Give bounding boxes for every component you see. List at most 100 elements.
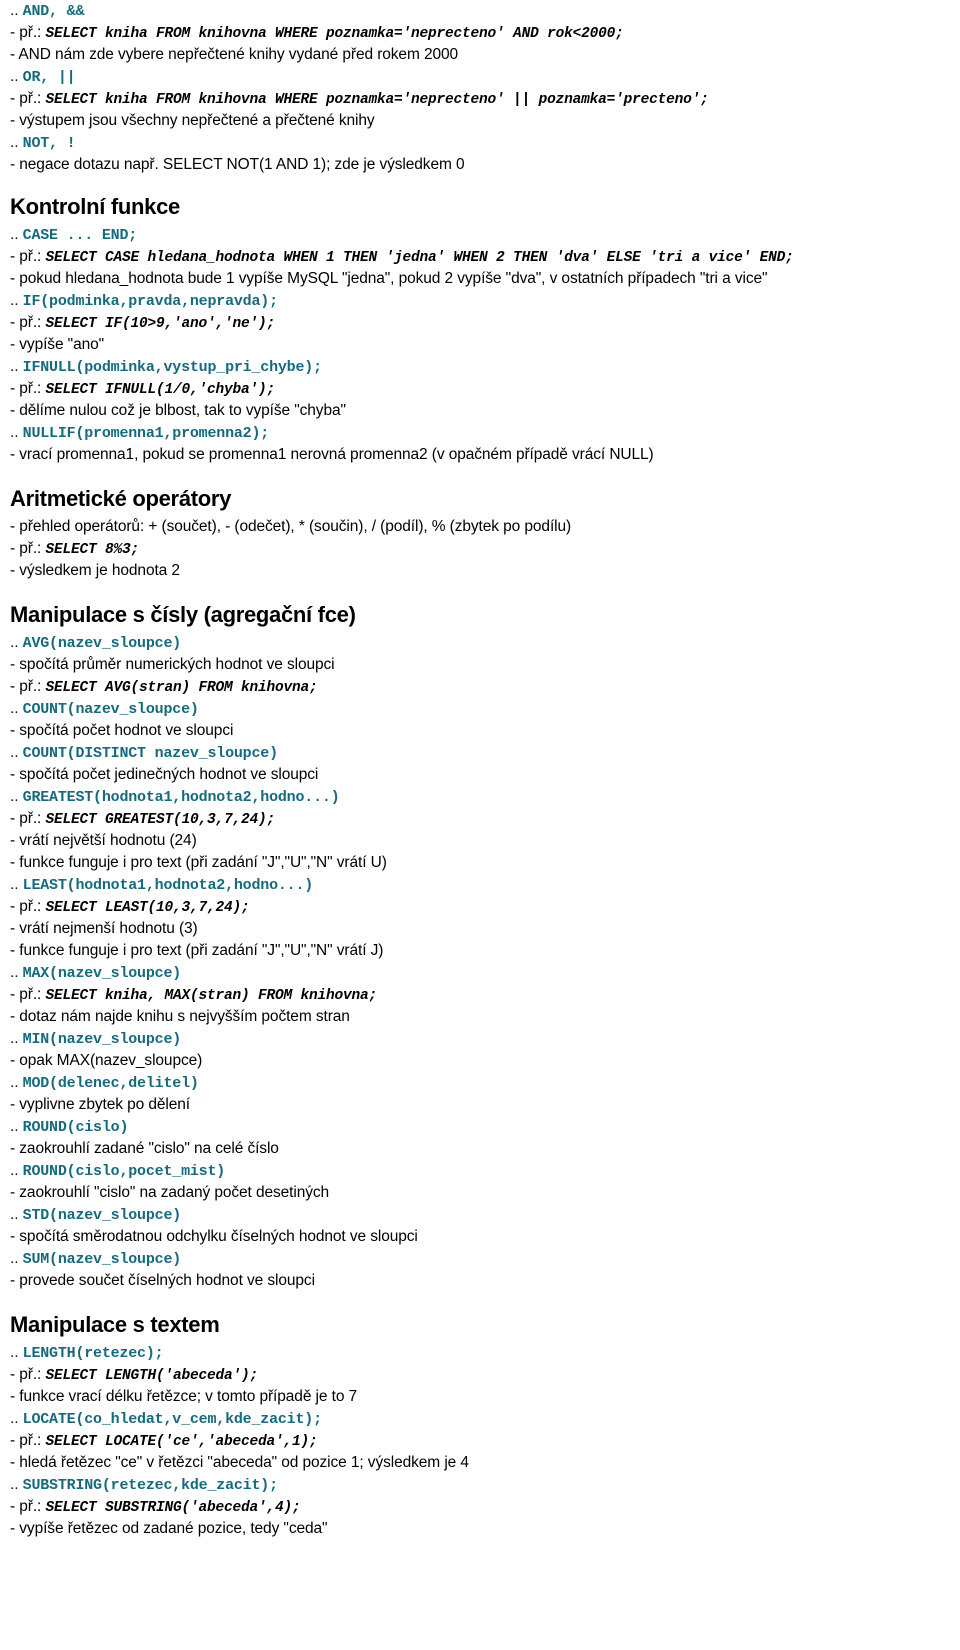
description-line: - funkce funguje i pro text (při zadání … bbox=[10, 942, 384, 959]
example-label: - př.: bbox=[10, 1366, 42, 1383]
example-line: - př.: SELECT GREATEST(10,3,7,24); bbox=[10, 808, 950, 830]
bullet-marker: .. bbox=[10, 700, 19, 717]
example-label: - př.: bbox=[10, 810, 42, 827]
example-label: - př.: bbox=[10, 540, 42, 557]
function-signature-code: AVG(nazev_sloupce) bbox=[22, 635, 182, 652]
example-label: - př.: bbox=[10, 678, 42, 695]
document-body: .. AND, && - př.: SELECT kniha FROM kniho… bbox=[0, 0, 960, 1540]
function-signature-code: CASE ... END; bbox=[22, 227, 138, 244]
description-line: - funkce funguje i pro text (při zadání … bbox=[10, 854, 387, 871]
description-line: - funkce vrací délku řetězce; v tomto př… bbox=[10, 1388, 358, 1405]
bullet-marker: .. bbox=[10, 2, 19, 19]
function-signature-code: LEAST(hodnota1,hodnota2,hodno...) bbox=[22, 877, 314, 894]
function-signature-code: GREATEST(hodnota1,hodnota2,hodno...) bbox=[22, 789, 340, 806]
bullet-marker: .. bbox=[10, 1030, 19, 1047]
example-label: - př.: bbox=[10, 898, 42, 915]
function-signature-line: .. ROUND(cislo,pocet_mist) bbox=[10, 1160, 950, 1182]
function-signature-line: .. GREATEST(hodnota1,hodnota2,hodno...) bbox=[10, 786, 950, 808]
example-label: - př.: bbox=[10, 24, 42, 41]
bullet-marker: .. bbox=[10, 134, 19, 151]
description-line: - hledá řetězec "ce" v řetězci "abeceda"… bbox=[10, 1454, 469, 1471]
description-line: - pokud hledana_hodnota bude 1 vypíše My… bbox=[10, 270, 768, 287]
example-line: - př.: SELECT kniha FROM knihovna WHERE … bbox=[10, 22, 950, 44]
example-label: - př.: bbox=[10, 1498, 42, 1515]
function-signature-line: .. ROUND(cislo) bbox=[10, 1116, 950, 1138]
function-signature-line: .. MIN(nazev_sloupce) bbox=[10, 1028, 950, 1050]
example-line: - př.: SELECT 8%3; bbox=[10, 538, 950, 560]
function-signature-code: MIN(nazev_sloupce) bbox=[22, 1031, 182, 1048]
description-line: - provede součet číselných hodnot ve slo… bbox=[10, 1272, 315, 1289]
description-line: - AND nám zde vybere nepřečtené knihy vy… bbox=[10, 46, 459, 63]
function-signature-code: IF(podminka,pravda,nepravda); bbox=[22, 293, 278, 310]
function-signature-line: .. IF(podminka,pravda,nepravda); bbox=[10, 290, 950, 312]
function-signature-line: .. MOD(delenec,delitel) bbox=[10, 1072, 950, 1094]
bullet-marker: .. bbox=[10, 788, 19, 805]
function-signature-code: COUNT(DISTINCT nazev_sloupce) bbox=[22, 745, 278, 762]
sql-example-code: SELECT kniha FROM knihovna WHERE poznamk… bbox=[45, 26, 624, 42]
description-line: - opak MAX(nazev_sloupce) bbox=[10, 1052, 203, 1069]
function-signature-code: ROUND(cislo) bbox=[22, 1119, 129, 1136]
example-line: - př.: SELECT LEAST(10,3,7,24); bbox=[10, 896, 950, 918]
description-line: - spočítá průměr numerických hodnot ve s… bbox=[10, 656, 335, 673]
description-line: - výsledkem je hodnota 2 bbox=[10, 562, 180, 579]
example-line: - př.: SELECT IF(10>9,'ano','ne'); bbox=[10, 312, 950, 334]
bullet-marker: .. bbox=[10, 292, 19, 309]
function-signature-line: .. AND, && bbox=[10, 0, 950, 22]
function-signature-code: LENGTH(retezec); bbox=[22, 1345, 164, 1362]
bullet-marker: .. bbox=[10, 964, 19, 981]
example-line: - př.: SELECT IFNULL(1/0,'chyba'); bbox=[10, 378, 950, 400]
example-line: - př.: SELECT LENGTH('abeceda'); bbox=[10, 1364, 950, 1386]
function-signature-line: .. AVG(nazev_sloupce) bbox=[10, 632, 950, 654]
function-signature-line: .. MAX(nazev_sloupce) bbox=[10, 962, 950, 984]
function-signature-code: SUM(nazev_sloupce) bbox=[22, 1251, 182, 1268]
description-line: - vrací promenna1, pokud se promenna1 ne… bbox=[10, 446, 654, 463]
function-signature-code: COUNT(nazev_sloupce) bbox=[22, 701, 199, 718]
example-line: - př.: SELECT kniha, MAX(stran) FROM kni… bbox=[10, 984, 950, 1006]
function-signature-code: IFNULL(podminka,vystup_pri_chybe); bbox=[22, 359, 322, 376]
bullet-marker: .. bbox=[10, 358, 19, 375]
example-line: - př.: SELECT kniha FROM knihovna WHERE … bbox=[10, 88, 950, 110]
example-line: - př.: SELECT SUBSTRING('abeceda',4); bbox=[10, 1496, 950, 1518]
function-signature-line: .. OR, || bbox=[10, 66, 950, 88]
description-line: - negace dotazu např. SELECT NOT(1 AND 1… bbox=[10, 156, 465, 173]
sql-example-code: SELECT GREATEST(10,3,7,24); bbox=[45, 812, 276, 828]
section-heading: Manipulace s čísly (agregační fce) bbox=[10, 602, 356, 627]
example-line: - př.: SELECT AVG(stran) FROM knihovna; bbox=[10, 676, 950, 698]
bullet-marker: .. bbox=[10, 744, 19, 761]
example-label: - př.: bbox=[10, 1432, 42, 1449]
bullet-marker: .. bbox=[10, 1074, 19, 1091]
sql-example-code: SELECT LEAST(10,3,7,24); bbox=[45, 900, 250, 916]
sql-example-code: SELECT AVG(stran) FROM knihovna; bbox=[45, 680, 318, 696]
function-signature-line: .. LENGTH(retezec); bbox=[10, 1342, 950, 1364]
bullet-marker: .. bbox=[10, 1344, 19, 1361]
bullet-marker: .. bbox=[10, 634, 19, 651]
sql-example-code: SELECT IFNULL(1/0,'chyba'); bbox=[45, 382, 276, 398]
sql-example-code: SELECT SUBSTRING('abeceda',4); bbox=[45, 1500, 301, 1516]
description-line: - vrátí nejmenší hodnotu (3) bbox=[10, 920, 198, 937]
function-signature-line: .. LEAST(hodnota1,hodnota2,hodno...) bbox=[10, 874, 950, 896]
bullet-marker: .. bbox=[10, 68, 19, 85]
sql-example-code: SELECT CASE hledana_hodnota WHEN 1 THEN … bbox=[45, 250, 794, 266]
example-line: - př.: SELECT CASE hledana_hodnota WHEN … bbox=[10, 246, 950, 268]
function-signature-line: .. STD(nazev_sloupce) bbox=[10, 1204, 950, 1226]
description-line: - vypíše řetězec od zadané pozice, tedy … bbox=[10, 1520, 328, 1537]
bullet-marker: .. bbox=[10, 1250, 19, 1267]
description-line: - zaokrouhlí "cislo" na zadaný počet des… bbox=[10, 1184, 330, 1201]
function-signature-code: MOD(delenec,delitel) bbox=[22, 1075, 199, 1092]
bullet-marker: .. bbox=[10, 1118, 19, 1135]
description-line: - vypíše "ano" bbox=[10, 336, 105, 353]
function-signature-line: .. NOT, ! bbox=[10, 132, 950, 154]
description-line: - výstupem jsou všechny nepřečtené a pře… bbox=[10, 112, 375, 129]
example-label: - př.: bbox=[10, 380, 42, 397]
bullet-marker: .. bbox=[10, 1206, 19, 1223]
function-signature-code: LOCATE(co_hledat,v_cem,kde_zacit); bbox=[22, 1411, 322, 1428]
example-label: - př.: bbox=[10, 314, 42, 331]
description-line: - vrátí největší hodnotu (24) bbox=[10, 832, 197, 849]
sql-example-code: SELECT LENGTH('abeceda'); bbox=[45, 1368, 259, 1384]
example-label: - př.: bbox=[10, 90, 42, 107]
sql-example-code: SELECT IF(10>9,'ano','ne'); bbox=[45, 316, 276, 332]
function-signature-line: .. SUBSTRING(retezec,kde_zacit); bbox=[10, 1474, 950, 1496]
bullet-marker: .. bbox=[10, 226, 19, 243]
section-heading: Aritmetické operátory bbox=[10, 486, 232, 511]
bullet-marker: .. bbox=[10, 424, 19, 441]
